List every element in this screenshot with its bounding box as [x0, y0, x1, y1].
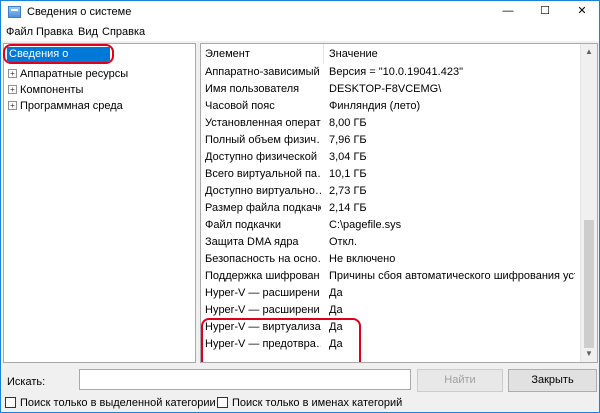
- row-value: Версия = "10.0.19041.423": [329, 66, 463, 78]
- row-value: Не включено: [329, 253, 396, 265]
- row-value: Да: [329, 304, 343, 316]
- row-key: Размер файла подкачки: [205, 202, 321, 214]
- table-row[interactable]: Защита DMA ядра Откл.: [205, 234, 575, 250]
- column-header-item[interactable]: Элемент: [205, 46, 250, 62]
- expand-icon[interactable]: +: [8, 101, 17, 110]
- row-key: Поддержка шифрован…: [205, 270, 321, 282]
- table-row[interactable]: Поддержка шифрован… Причины сбоя автомати…: [205, 268, 575, 284]
- checkbox-label: Поиск только в выделенной категории: [20, 397, 216, 409]
- table-row[interactable]: Размер файла подкачки 2,14 ГБ: [205, 200, 575, 216]
- table-row[interactable]: Доступно физической … 3,04 ГБ: [205, 149, 575, 165]
- menu-view[interactable]: Вид: [78, 26, 98, 38]
- row-value: 10,1 ГБ: [329, 168, 367, 180]
- option-search-category-names[interactable]: Поиск только в именах категорий: [217, 396, 402, 410]
- row-key: Hyper-V — расширени…: [205, 287, 321, 299]
- table-row[interactable]: Hyper-V — расширени… Да: [205, 302, 575, 318]
- row-value: 8,00 ГБ: [329, 117, 367, 129]
- row-key: Защита DMA ядра: [205, 236, 299, 248]
- row-key: Hyper-V — расширени…: [205, 304, 321, 316]
- title-bar: Сведения о системе — ☐ ✕: [0, 0, 600, 23]
- checkbox-selected-category[interactable]: [5, 397, 16, 408]
- tree-item-hardware-resources[interactable]: + Аппаратные ресурсы: [8, 66, 128, 82]
- row-key: Аппаратно-зависимый…: [205, 66, 321, 78]
- details-list[interactable]: Элемент Значение Аппаратно-зависимый… Вер…: [200, 43, 598, 363]
- row-key: Имя пользователя: [205, 83, 300, 95]
- table-row[interactable]: Полный объем физич… 7,96 ГБ: [205, 132, 575, 148]
- vertical-scrollbar[interactable]: ▲ ▼: [580, 44, 597, 362]
- close-window-button[interactable]: ✕: [565, 1, 599, 23]
- tree-item-label: Аппаратные ресурсы: [20, 68, 129, 80]
- row-value: Да: [329, 287, 343, 299]
- row-value: Финляндия (лето): [329, 100, 421, 112]
- menu-help[interactable]: Справка: [102, 26, 145, 38]
- find-button[interactable]: Найти: [417, 369, 503, 392]
- table-row[interactable]: Всего виртуальной па… 10,1 ГБ: [205, 166, 575, 182]
- search-label: Искать:: [7, 376, 46, 388]
- tree-item-label: Компоненты: [20, 84, 84, 96]
- table-row[interactable]: Безопасность на осно… Не включено: [205, 251, 575, 267]
- main-frame: Сведения о системе + Аппаратные ресурсы +…: [0, 41, 600, 413]
- table-row[interactable]: Hyper-V — расширени… Да: [205, 285, 575, 301]
- row-value: 3,04 ГБ: [329, 151, 367, 163]
- row-key: Часовой пояс: [205, 100, 275, 112]
- search-input[interactable]: [79, 369, 411, 390]
- row-value: DESKTOP-F8VCEMG\: [329, 83, 442, 95]
- menu-bar: Файл Правка Вид Справка: [0, 23, 600, 41]
- row-value: Да: [329, 321, 343, 333]
- menu-edit[interactable]: Правка: [36, 26, 73, 38]
- row-value: Да: [329, 338, 343, 350]
- row-key: Всего виртуальной па…: [205, 168, 321, 180]
- scroll-down-icon[interactable]: ▼: [581, 346, 597, 362]
- table-row[interactable]: Файл подкачки C:\pagefile.sys: [205, 217, 575, 233]
- expand-icon[interactable]: +: [8, 85, 17, 94]
- table-row[interactable]: Установленная операт… 8,00 ГБ: [205, 115, 575, 131]
- system-info-app-icon: [8, 6, 21, 18]
- row-key: Полный объем физич…: [205, 134, 321, 146]
- row-value: Откл.: [329, 236, 358, 248]
- tree-item-software-environment[interactable]: + Программная среда: [8, 98, 123, 114]
- table-row[interactable]: Доступно виртуально… 2,73 ГБ: [205, 183, 575, 199]
- row-key: Доступно виртуально…: [205, 185, 321, 197]
- category-tree[interactable]: Сведения о системе + Аппаратные ресурсы +…: [3, 43, 196, 363]
- row-value: 7,96 ГБ: [329, 134, 367, 146]
- highlight-ring-hyperv: [201, 318, 361, 362]
- tree-item-components[interactable]: + Компоненты: [8, 82, 83, 98]
- table-row[interactable]: Часовой пояс Финляндия (лето): [205, 98, 575, 114]
- row-value: 2,73 ГБ: [329, 185, 367, 197]
- close-button[interactable]: Закрыть: [508, 369, 597, 392]
- maximize-button[interactable]: ☐: [528, 1, 562, 23]
- column-divider[interactable]: [323, 44, 324, 64]
- row-value: C:\pagefile.sys: [329, 219, 402, 231]
- row-key: Доступно физической …: [205, 151, 321, 163]
- expand-icon[interactable]: +: [8, 69, 17, 78]
- option-search-selected-category[interactable]: Поиск только в выделенной категории: [5, 396, 216, 410]
- window-title: Сведения о системе: [27, 6, 132, 18]
- tree-item-label: Программная среда: [20, 100, 123, 112]
- scroll-up-icon[interactable]: ▲: [581, 44, 597, 60]
- checkbox-label: Поиск только в именах категорий: [232, 397, 403, 409]
- scroll-thumb[interactable]: [584, 220, 594, 348]
- row-key: Файл подкачки: [205, 219, 281, 231]
- tree-item-system-summary[interactable]: Сведения о системе: [7, 47, 110, 75]
- checkbox-category-names[interactable]: [217, 397, 228, 408]
- row-value: Причины сбоя автоматического шифрования …: [329, 270, 575, 282]
- row-key: Установленная операт…: [205, 117, 321, 129]
- table-row[interactable]: Имя пользователя DESKTOP-F8VCEMG\: [205, 81, 575, 97]
- column-header-value[interactable]: Значение: [329, 46, 378, 62]
- row-value: 2,14 ГБ: [329, 202, 367, 214]
- menu-file[interactable]: Файл: [6, 26, 33, 38]
- minimize-button[interactable]: —: [491, 1, 525, 23]
- row-key: Безопасность на осно…: [205, 253, 321, 265]
- table-row[interactable]: Аппаратно-зависимый… Версия = "10.0.19041…: [205, 64, 575, 80]
